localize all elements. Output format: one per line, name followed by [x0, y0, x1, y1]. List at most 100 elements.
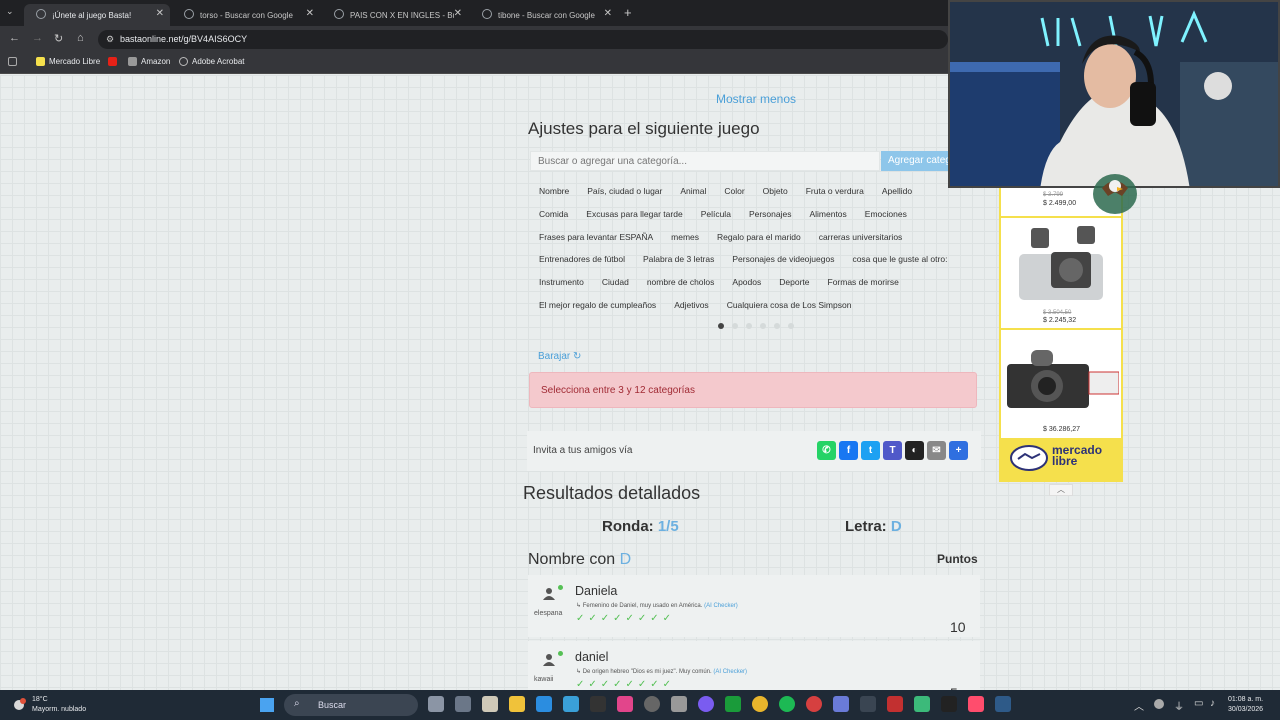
email-icon[interactable]: ✉: [927, 441, 946, 460]
steam-icon[interactable]: [995, 696, 1011, 712]
ad-product[interactable]: $ 36.286,27: [1001, 330, 1121, 438]
task-view-icon[interactable]: [428, 696, 444, 712]
category-chip[interactable]: Color: [715, 183, 753, 199]
carousel-dot[interactable]: [788, 323, 794, 329]
chrome-icon[interactable]: [752, 696, 768, 712]
carousel-dot[interactable]: [718, 323, 724, 329]
category-chip[interactable]: carreras universitarios: [810, 229, 912, 245]
mercado-libre-ad[interactable]: $ 3.799 $ 2.499,00 $ 3.504,50 $ 2.245,32: [999, 186, 1123, 482]
forward-icon[interactable]: →: [32, 32, 43, 44]
twitter-icon[interactable]: t: [861, 441, 880, 460]
file-explorer-icon[interactable]: [509, 696, 525, 712]
snapchat-icon[interactable]: ◐: [905, 441, 924, 460]
category-chip[interactable]: Emociones: [856, 206, 916, 222]
bookmark-amazon[interactable]: Amazon: [128, 57, 170, 66]
category-chip[interactable]: Nombre: [530, 183, 578, 199]
whatsapp-icon[interactable]: ✆: [817, 441, 836, 460]
app-icon[interactable]: [806, 696, 822, 712]
category-chip[interactable]: nombre de cholos: [638, 274, 724, 290]
bookmark-mercado-libre[interactable]: Mercado Libre: [36, 57, 100, 66]
category-chip[interactable]: Adjetivos: [665, 297, 718, 313]
url-field[interactable]: ⚙ bastaonline.net/g/BV4AIS6OCY: [98, 30, 948, 49]
weather-icon[interactable]: [10, 696, 28, 714]
close-icon[interactable]: ✕: [306, 8, 314, 19]
audio-icon[interactable]: [860, 696, 876, 712]
taskbar-search[interactable]: ⌕ Buscar: [284, 694, 418, 716]
category-chip[interactable]: Fruta o verdura: [797, 183, 873, 199]
category-chip[interactable]: Personajes: [740, 206, 801, 222]
carousel-dot[interactable]: [774, 323, 780, 329]
epic-icon[interactable]: [941, 696, 957, 712]
show-less-link[interactable]: Mostrar menos: [716, 92, 796, 106]
category-chip[interactable]: El mejor regalo de cumpleaños: [530, 297, 665, 313]
close-icon[interactable]: ✕: [156, 8, 164, 19]
weather-widget[interactable]: 18°C Mayorm. nublado: [32, 695, 86, 715]
ad-product[interactable]: $ 3.504,50 $ 2.245,32: [1001, 218, 1121, 330]
close-icon[interactable]: ✕: [454, 8, 462, 19]
carousel-dot[interactable]: [746, 323, 752, 329]
back-icon[interactable]: ←: [9, 32, 20, 44]
word-icon[interactable]: [563, 696, 579, 712]
category-chip[interactable]: País, ciudad o lugar: [578, 183, 671, 199]
tab-search-icon[interactable]: ⌄: [6, 6, 14, 17]
chevron-up-icon[interactable]: ︿: [1134, 698, 1144, 713]
carousel-dot[interactable]: [732, 323, 738, 329]
spotify-icon[interactable]: [779, 696, 795, 712]
mic-icon[interactable]: ⏚: [1174, 698, 1184, 713]
new-tab-button[interactable]: +: [624, 5, 632, 20]
instagram-icon[interactable]: [617, 696, 633, 712]
monitor-icon[interactable]: ▭: [1194, 698, 1203, 709]
notepad-icon[interactable]: [482, 696, 498, 712]
category-chip[interactable]: Regalo para el marido: [708, 229, 810, 245]
app-icon[interactable]: [914, 696, 930, 712]
category-chip[interactable]: Instrumento: [530, 274, 593, 290]
file-icon[interactable]: [671, 696, 687, 712]
shuffle-button[interactable]: Barajar ↻: [538, 351, 581, 362]
category-chip[interactable]: memes: [662, 229, 708, 245]
app-icon[interactable]: [833, 696, 849, 712]
cloud-icon[interactable]: [1154, 699, 1164, 709]
category-chip[interactable]: Alimentos: [800, 206, 855, 222]
category-chip[interactable]: Deporte: [770, 274, 818, 290]
bookmark-youtube[interactable]: [108, 57, 117, 66]
category-chip[interactable]: Ciudad: [593, 274, 638, 290]
start-icon[interactable]: [260, 698, 274, 712]
category-chip[interactable]: Comida: [530, 206, 577, 222]
collapse-ad-button[interactable]: ︿: [1049, 484, 1073, 496]
category-search-input[interactable]: Buscar o agregar una categoría...: [530, 151, 880, 171]
category-chip[interactable]: Película: [692, 206, 740, 222]
bookmark-adobe[interactable]: Adobe Acrobat: [179, 57, 244, 66]
tab-tibone[interactable]: tibone - Buscar con Google ✕: [470, 4, 618, 26]
more-share-icon[interactable]: +: [949, 441, 968, 460]
category-chip[interactable]: Apellido: [873, 183, 921, 199]
discord-icon[interactable]: [698, 696, 714, 712]
category-chip[interactable]: cosa que le guste al otro:: [843, 251, 956, 267]
category-chip[interactable]: Palabra de 3 letras: [634, 251, 723, 267]
xbox-icon[interactable]: [725, 696, 741, 712]
next-icon[interactable]: [590, 696, 606, 712]
mercado-libre-logo[interactable]: mercado libre: [1001, 438, 1121, 480]
category-chip[interactable]: Entrenadores de fútbol: [530, 251, 634, 267]
site-info-icon[interactable]: ⚙: [106, 34, 114, 45]
category-chip[interactable]: Objeto: [754, 183, 797, 199]
tiktok-icon[interactable]: [968, 696, 984, 712]
vote-checks[interactable]: ✓✓✓✓✓✓✓✓: [576, 679, 675, 690]
store-icon[interactable]: [536, 696, 552, 712]
vote-checks[interactable]: ✓✓✓✓✓✓✓✓: [576, 613, 675, 624]
tab-basta[interactable]: ¡Únete al juego Basta! ✕: [24, 4, 170, 26]
category-chip[interactable]: Animal: [671, 183, 715, 199]
facebook-icon[interactable]: f: [839, 441, 858, 460]
settings-icon[interactable]: [455, 696, 471, 712]
category-chip[interactable]: Frases para levantar ESPAÑA: [530, 229, 662, 245]
category-chip[interactable]: Personajes de videojuegos: [723, 251, 843, 267]
tab-torso[interactable]: torso - Buscar con Google ✕: [172, 4, 320, 26]
apps-icon[interactable]: [8, 57, 17, 66]
obs-icon[interactable]: [644, 696, 660, 712]
teams-icon[interactable]: T: [883, 441, 902, 460]
carousel-dot[interactable]: [760, 323, 766, 329]
category-chip[interactable]: Cualquiera cosa de Los Simpson: [718, 297, 861, 313]
reload-icon[interactable]: ↻: [54, 32, 63, 45]
close-icon[interactable]: ✕: [604, 8, 612, 19]
home-icon[interactable]: ⌂: [77, 32, 84, 44]
tf-icon[interactable]: [887, 696, 903, 712]
